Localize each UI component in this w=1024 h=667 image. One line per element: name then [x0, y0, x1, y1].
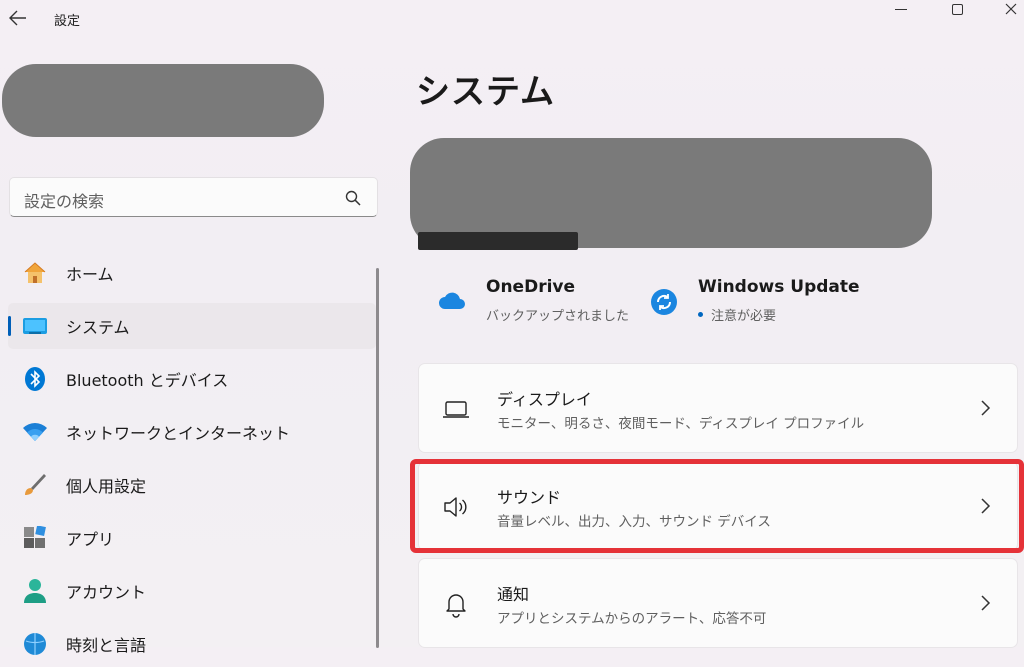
close-icon: [1005, 3, 1017, 15]
sidebar-item-label: アカウント: [66, 583, 147, 602]
card-title: ディスプレイ: [497, 390, 592, 409]
search-input[interactable]: 設定の検索: [24, 188, 104, 212]
redacted-profile: [2, 64, 324, 137]
highlight-box: [410, 459, 1024, 553]
sidebar-scrollbar[interactable]: [376, 268, 379, 648]
onedrive-title: OneDrive: [486, 277, 576, 297]
sidebar-item-label: ホーム: [66, 265, 114, 284]
windows-update-icon: [651, 289, 677, 315]
page-title: システム: [416, 72, 555, 112]
sidebar-item-bluetooth[interactable]: Bluetooth とデバイス: [8, 356, 376, 402]
arrow-left-icon: [9, 10, 26, 26]
display-settings-card[interactable]: ディスプレイ モニター、明るさ、夜間モード、ディスプレイ プロファイル: [418, 363, 1018, 453]
sidebar-item-network[interactable]: ネットワークとインターネット: [8, 409, 376, 455]
back-button[interactable]: [6, 6, 30, 30]
windows-update-subtitle: 注意が必要: [711, 309, 777, 324]
card-subtitle: モニター、明るさ、夜間モード、ディスプレイ プロファイル: [497, 416, 865, 432]
globe-icon: [22, 631, 48, 657]
close-button[interactable]: [996, 0, 1024, 18]
card-title: 通知: [497, 585, 530, 604]
maximize-icon: [951, 3, 963, 15]
home-icon: [22, 260, 48, 286]
onedrive-icon: [439, 292, 465, 309]
apps-icon: [22, 525, 48, 551]
sidebar-item-apps[interactable]: アプリ: [8, 515, 376, 561]
search-icon[interactable]: [344, 189, 362, 207]
sidebar-item-label: ネットワークとインターネット: [66, 424, 291, 443]
chevron-right-icon: [981, 595, 991, 611]
system-icon: [22, 313, 48, 339]
minimize-icon: [895, 8, 907, 10]
onedrive-status[interactable]: OneDrive バックアップされました: [432, 277, 632, 326]
sidebar-item-system[interactable]: システム: [8, 303, 376, 349]
sidebar-item-personalization[interactable]: 個人用設定: [8, 462, 376, 508]
sidebar-item-label: 個人用設定: [66, 477, 147, 496]
bluetooth-icon: [22, 366, 48, 392]
sidebar-item-label: 時刻と言語: [66, 636, 147, 655]
sidebar-item-label: アプリ: [66, 530, 115, 549]
device-image-edge: [418, 232, 578, 250]
app-title: 設定: [54, 14, 81, 29]
bell-icon: [446, 594, 466, 618]
selection-indicator: [8, 316, 11, 336]
chevron-right-icon: [981, 400, 991, 416]
sidebar-item-label: Bluetooth とデバイス: [66, 371, 229, 390]
notifications-settings-card[interactable]: 通知 アプリとシステムからのアラート、応答不可: [418, 558, 1018, 648]
sidebar-item-time-language[interactable]: 時刻と言語: [8, 621, 376, 667]
brush-icon: [22, 472, 48, 498]
wifi-icon: [22, 419, 48, 445]
laptop-icon: [443, 401, 469, 418]
windows-update-title: Windows Update: [698, 277, 860, 297]
sidebar-item-accounts[interactable]: アカウント: [8, 568, 376, 614]
windows-update-status[interactable]: Windows Update 注意が必要: [648, 277, 868, 326]
sidebar-item-home[interactable]: ホーム: [8, 250, 376, 296]
account-icon: [22, 578, 48, 604]
card-subtitle: アプリとシステムからのアラート、応答不可: [497, 611, 767, 627]
maximize-button[interactable]: [942, 0, 972, 18]
onedrive-subtitle: バックアップされました: [486, 309, 630, 324]
status-dot: [698, 312, 703, 317]
sidebar-item-label: システム: [66, 318, 130, 337]
minimize-button[interactable]: [886, 0, 916, 18]
